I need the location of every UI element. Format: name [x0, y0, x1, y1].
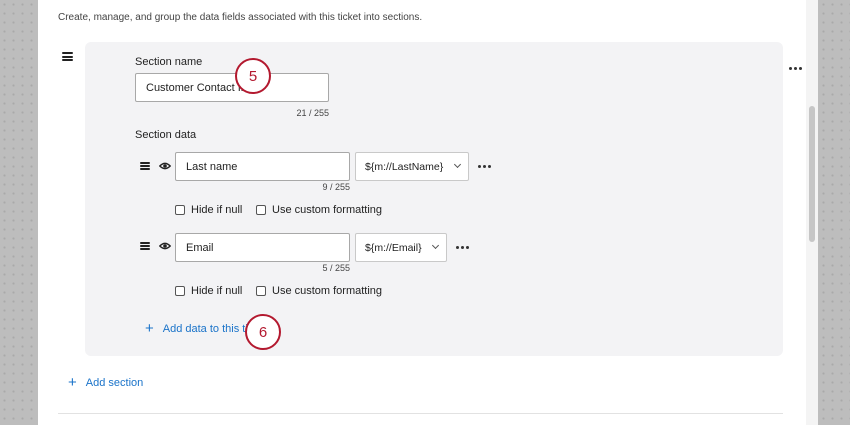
- divider: [58, 413, 783, 414]
- row-field-select[interactable]: ${m://LastName}: [355, 152, 469, 181]
- row-field-input[interactable]: Last name: [175, 152, 350, 181]
- section-data-label: Section data: [135, 129, 197, 141]
- scrollbar-track[interactable]: [806, 0, 818, 425]
- row-drag-handle-icon[interactable]: [140, 242, 150, 250]
- row-field-input[interactable]: Email: [175, 233, 350, 262]
- row-field-counter: 5 / 255: [322, 263, 350, 273]
- row-field-select[interactable]: ${m://Email}: [355, 233, 447, 262]
- eye-icon[interactable]: [159, 160, 171, 172]
- intro-text: Create, manage, and group the data field…: [58, 12, 423, 23]
- custom-formatting-label: Use custom formatting: [272, 285, 383, 297]
- row-more-icon[interactable]: [456, 246, 469, 249]
- plus-icon: +: [68, 374, 77, 391]
- eye-icon[interactable]: [159, 240, 171, 252]
- section-name-counter: 21 / 255: [296, 108, 329, 118]
- row-select-value: ${m://Email}: [365, 241, 422, 254]
- row-field-value: Last name: [186, 160, 238, 173]
- custom-formatting-checkbox[interactable]: Use custom formatting: [256, 204, 382, 216]
- row-drag-handle-icon[interactable]: [140, 162, 150, 170]
- row-field-value: Email: [186, 241, 214, 254]
- step-callout-6: 6: [245, 314, 281, 350]
- checkbox-box[interactable]: [256, 205, 266, 215]
- section-card: Section name Customer Contact Info 21 / …: [85, 42, 802, 356]
- section-drag-handle-icon[interactable]: [62, 52, 73, 61]
- checkbox-box[interactable]: [175, 205, 185, 215]
- add-section-button[interactable]: + Add section: [68, 375, 143, 390]
- hide-if-null-checkbox[interactable]: Hide if null: [175, 204, 242, 216]
- section-name-input[interactable]: Customer Contact Info: [135, 73, 329, 102]
- ticket-sections-panel: Create, manage, and group the data field…: [38, 0, 818, 425]
- section-name-label: Section name: [135, 56, 203, 68]
- hide-if-null-label: Hide if null: [191, 204, 243, 216]
- chevron-down-icon: [431, 241, 440, 250]
- checkbox-box[interactable]: [256, 286, 266, 296]
- custom-formatting-checkbox[interactable]: Use custom formatting: [256, 285, 382, 297]
- plus-icon: +: [145, 320, 154, 337]
- row-select-value: ${m://LastName}: [365, 160, 444, 173]
- checkbox-box[interactable]: [175, 286, 185, 296]
- chevron-down-icon: [453, 160, 462, 169]
- scrollbar-thumb[interactable]: [809, 106, 815, 242]
- row-field-counter: 9 / 255: [322, 182, 350, 192]
- section-more-icon[interactable]: [789, 67, 802, 70]
- custom-formatting-label: Use custom formatting: [272, 204, 383, 216]
- add-section-label: Add section: [85, 376, 144, 389]
- step-callout-5: 5: [235, 58, 271, 94]
- hide-if-null-label: Hide if null: [191, 285, 243, 297]
- hide-if-null-checkbox[interactable]: Hide if null: [175, 285, 242, 297]
- row-more-icon[interactable]: [478, 165, 491, 168]
